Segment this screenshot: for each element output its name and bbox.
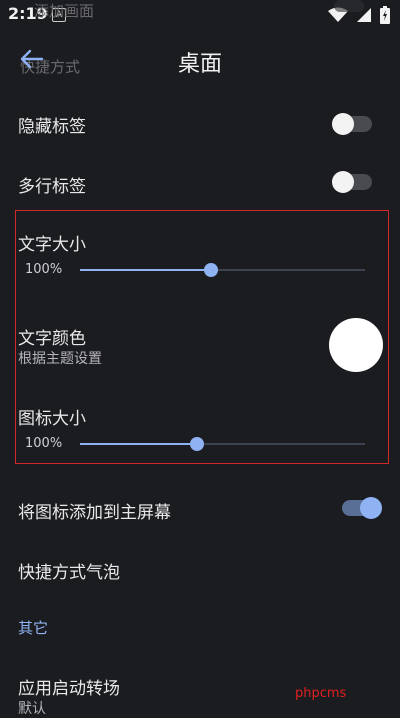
app-launch-label: 应用启动转场: [18, 679, 120, 699]
text-size-value: 100%: [25, 262, 63, 277]
ghost-toggle: [334, 0, 364, 12]
text-size-slider[interactable]: [80, 260, 365, 280]
app-bar: 桌面: [0, 32, 400, 88]
slider-knob[interactable]: [189, 437, 204, 451]
icon-size-value: 100%: [25, 436, 63, 451]
text-color-label: 文字颜色: [18, 329, 86, 349]
battery-icon: [380, 6, 390, 24]
setting-label: 快捷方式气泡: [18, 563, 120, 583]
app-launch-sub: 默认: [18, 701, 46, 717]
icon-size-slider[interactable]: [80, 434, 365, 454]
ghost-top-text: 添加画面: [34, 2, 95, 20]
text-size-label: 文字大小: [18, 235, 86, 255]
text-color-sub: 根据主题设置: [18, 351, 102, 367]
add-icon-home-toggle[interactable]: [342, 497, 382, 519]
setting-multiline-labels[interactable]: 多行标签: [0, 160, 400, 204]
setting-label: 多行标签: [18, 177, 86, 197]
icon-size-label: 图标大小: [18, 409, 86, 429]
watermark: phpcms: [295, 686, 347, 701]
setting-add-icon-home[interactable]: 将图标添加到主屏幕: [0, 486, 400, 530]
setting-shortcut-bubble[interactable]: 快捷方式气泡: [0, 546, 400, 590]
section-header-other: 其它: [18, 619, 49, 637]
setting-label: 隐藏标签: [18, 117, 86, 137]
multiline-labels-toggle[interactable]: [332, 171, 372, 193]
setting-hide-labels[interactable]: 隐藏标签: [0, 102, 400, 146]
slider-knob[interactable]: [204, 263, 219, 277]
text-color-swatch[interactable]: [329, 318, 383, 372]
hide-labels-toggle[interactable]: [332, 113, 372, 135]
page-title: 桌面: [177, 52, 222, 77]
setting-label: 将图标添加到主屏幕: [18, 503, 171, 523]
